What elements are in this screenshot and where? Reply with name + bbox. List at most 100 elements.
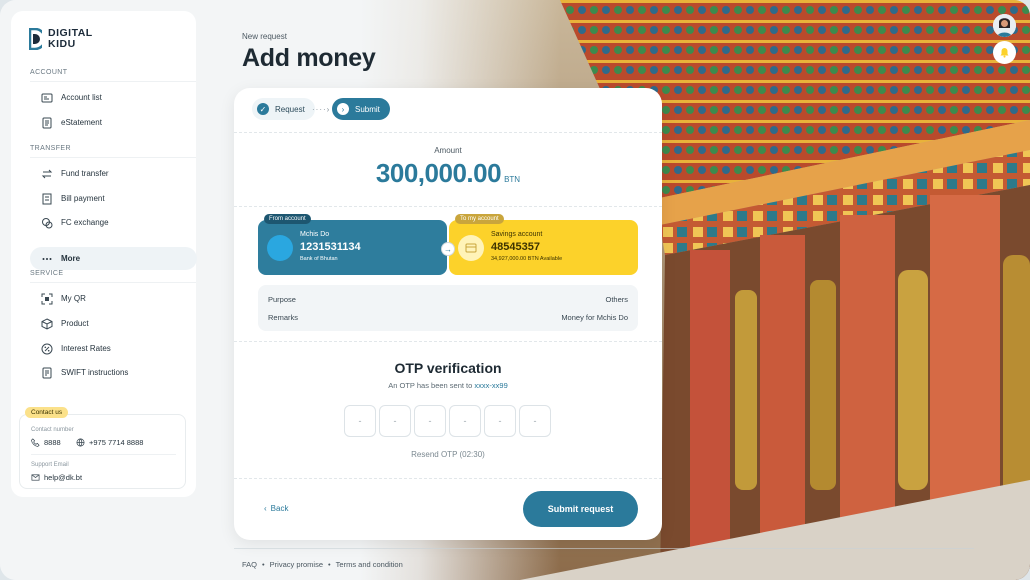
add-money-card: ✓ Request ····› › Submit Amount 300,000.… [234, 88, 662, 540]
transfer-icon [41, 169, 53, 178]
app-frame: DIGITAL KIDU ACCOUNT Account list eState… [0, 0, 1030, 580]
to-account-card[interactable]: To my account Savings account 48545357 3… [449, 214, 638, 275]
section-service: SERVICE [30, 270, 64, 277]
amount-label: Amount [434, 146, 462, 155]
divider [234, 341, 662, 342]
to-account-name: Savings account [491, 231, 543, 238]
from-account-number: 1231531134 [300, 241, 361, 253]
remarks-value: Money for Mchis Do [561, 313, 628, 322]
sidebar-item-label: Fund transfer [61, 169, 109, 178]
submit-request-button[interactable]: Submit request [523, 491, 638, 527]
otp-subtitle: An OTP has been sent to xxxx-xx99 [388, 381, 508, 390]
arrow-right-icon: → [441, 242, 455, 256]
divider [234, 206, 662, 207]
app-logo[interactable]: DIGITAL KIDU [29, 28, 93, 50]
available-balance: 34,927,000.00 BTN Available [491, 256, 563, 262]
purpose-value: Others [605, 295, 628, 304]
divider [30, 157, 196, 158]
otp-digit-input[interactable]: - [379, 405, 411, 437]
otp-digit-input[interactable]: - [414, 405, 446, 437]
sidebar-item-my-qr[interactable]: My QR [30, 287, 197, 310]
bell-icon [1000, 48, 1009, 58]
currency: BTN [504, 175, 521, 184]
otp-title: OTP verification [394, 360, 502, 376]
more-icon [42, 257, 52, 260]
chevron-right-icon: › [337, 103, 349, 115]
divider [234, 478, 662, 479]
statement-icon [42, 117, 52, 128]
logo-text: DIGITAL KIDU [48, 27, 93, 50]
back-button[interactable]: ‹ Back [264, 504, 288, 513]
sidebar-item-more[interactable]: More [30, 247, 197, 270]
sidebar-item-label: Account list [61, 93, 102, 102]
percent-icon [41, 343, 53, 354]
page-title: Add money [242, 44, 376, 72]
breadcrumb: New request [242, 32, 287, 41]
privacy-link[interactable]: Privacy promise [270, 560, 323, 569]
otp-digit-input[interactable]: - [344, 405, 376, 437]
otp-phone: xxxx-xx99 [474, 381, 508, 390]
logo-icon [29, 28, 42, 50]
sidebar-item-label: eStatement [61, 118, 102, 127]
support-email[interactable]: help@dk.bt [31, 473, 82, 482]
step-connector-icon: ····› [312, 105, 331, 114]
sidebar-item-product[interactable]: Product [30, 312, 197, 335]
resend-otp-link[interactable]: Resend OTP (02:30) [234, 450, 662, 459]
sidebar: DIGITAL KIDU ACCOUNT Account list eState… [11, 11, 197, 497]
phone-primary[interactable]: 8888 [31, 438, 61, 447]
globe-icon [76, 438, 85, 447]
divider [30, 81, 196, 82]
footer: FAQ • Privacy promise • Terms and condit… [242, 560, 403, 569]
separator: • [262, 560, 265, 569]
terms-link[interactable]: Terms and condition [336, 560, 403, 569]
sidebar-item-label: SWIFT instructions [61, 368, 129, 377]
from-account-name: Mchis Do [300, 231, 330, 238]
to-account-number: 48545357 [491, 241, 540, 253]
contact-number-label: Contact number [31, 427, 74, 433]
back-label: Back [270, 504, 289, 513]
sidebar-item-label: Bill payment [61, 194, 105, 203]
exchange-icon [42, 217, 53, 228]
contact-us-badge: Contact us [25, 407, 69, 418]
amount-value: 300,000.00 BTN [375, 158, 521, 188]
from-account-tag: From account [264, 214, 311, 224]
sidebar-item-swift[interactable]: SWIFT instructions [30, 361, 197, 384]
user-avatar[interactable] [993, 14, 1016, 37]
otp-digit-input[interactable]: - [449, 405, 481, 437]
transfer-details: Purpose Others Remarks Money for Mchis D… [258, 285, 638, 331]
to-account-tag: To my account [455, 214, 504, 224]
sidebar-item-fc-exchange[interactable]: FC exchange [30, 211, 197, 234]
sidebar-item-fund-transfer[interactable]: Fund transfer [30, 162, 197, 185]
purpose-label: Purpose [268, 295, 296, 304]
section-account: ACCOUNT [30, 69, 68, 76]
wallet-icon [458, 235, 484, 261]
sidebar-item-label: FC exchange [61, 218, 109, 227]
sidebar-item-interest-rates[interactable]: Interest Rates [30, 337, 197, 360]
bill-icon [42, 193, 52, 204]
step-label: Request [275, 104, 305, 114]
footer-divider [234, 548, 974, 549]
otp-digit-input[interactable]: - [519, 405, 551, 437]
sidebar-item-label: Interest Rates [61, 344, 111, 353]
sidebar-item-label: My QR [61, 294, 86, 303]
step-request[interactable]: ✓ Request [252, 98, 315, 120]
contact-panel: Contact number 8888 +975 7714 8888 Suppo… [19, 414, 186, 489]
sidebar-item-label: Product [61, 319, 89, 328]
divider [31, 454, 176, 455]
step-label: Submit [355, 104, 380, 114]
sidebar-item-bill-payment[interactable]: Bill payment [30, 187, 197, 210]
sidebar-item-label: More [61, 254, 81, 263]
step-submit[interactable]: › Submit [332, 98, 390, 120]
otp-digit-input[interactable]: - [484, 405, 516, 437]
notification-button[interactable] [993, 41, 1016, 64]
swift-icon [42, 367, 52, 378]
sidebar-item-estatement[interactable]: eStatement [30, 111, 197, 134]
section-transfer: TRANSFER [30, 145, 71, 152]
sidebar-item-account-list[interactable]: Account list [30, 86, 197, 109]
qr-icon [41, 293, 53, 304]
avatar-icon [993, 14, 1016, 37]
faq-link[interactable]: FAQ [242, 560, 257, 569]
from-bank-name: Bank of Bhutan [300, 256, 338, 262]
from-account-card[interactable]: From account Mchis Do 1231531134 Bank of… [258, 214, 447, 275]
phone-international[interactable]: +975 7714 8888 [76, 438, 143, 447]
